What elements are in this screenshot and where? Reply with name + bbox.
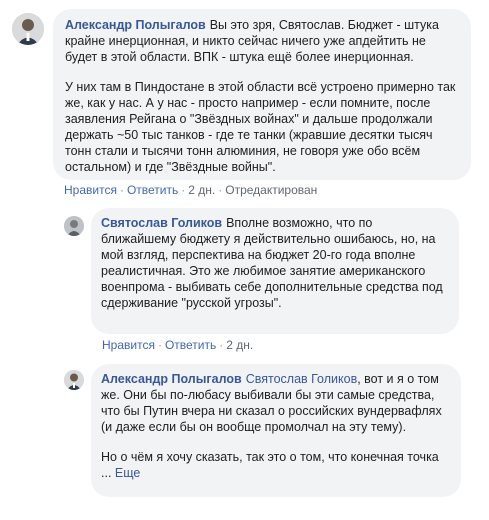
like-link[interactable]: Нравится bbox=[102, 338, 155, 352]
avatar[interactable] bbox=[64, 370, 84, 390]
comment-2: Святослав Голиков Вполне возможно, что по… bbox=[0, 200, 489, 360]
comment-paragraph: У них там в Пиндостане в этой области вс… bbox=[65, 80, 456, 174]
separator-dot: · bbox=[219, 338, 224, 352]
separator-dot: · bbox=[218, 183, 223, 197]
comment-paragraph: Александр Полыгалов Святослав Голиков, во… bbox=[101, 371, 451, 435]
comment-1: Александр Полыгалов Вы это зря, Святослав… bbox=[0, 0, 489, 200]
separator-dot: · bbox=[119, 183, 124, 197]
comment-text: Но о чём я хочу сказать, так это о том, … bbox=[101, 450, 439, 480]
comment-3: Александр Полыгалов Святослав Голиков, во… bbox=[0, 360, 489, 520]
comment-bubble: Александр Полыгалов Святослав Голиков, во… bbox=[91, 364, 461, 497]
timestamp[interactable]: 2 дн. bbox=[188, 183, 215, 197]
edited-label[interactable]: Отредактирован bbox=[225, 183, 317, 197]
avatar[interactable] bbox=[12, 13, 44, 45]
comment-author[interactable]: Святослав Голиков bbox=[101, 216, 222, 230]
comment-paragraph: Александр Полыгалов Вы это зря, Святослав… bbox=[65, 17, 459, 65]
like-link[interactable]: Нравится bbox=[64, 183, 117, 197]
comment-text: Вполне возможно, что по ближайшему бюдже… bbox=[101, 216, 443, 310]
separator-dot: · bbox=[157, 338, 162, 352]
reply-link[interactable]: Ответить bbox=[165, 338, 216, 352]
separator-dot: · bbox=[181, 183, 186, 197]
reply-link[interactable]: Ответить bbox=[127, 183, 178, 197]
comment-author[interactable]: Александр Полыгалов bbox=[101, 372, 242, 386]
comment-bubble: Святослав Голиков Вполне возможно, что по… bbox=[91, 208, 459, 334]
avatar[interactable] bbox=[64, 216, 84, 236]
comment-paragraph: Святослав Голиков Вполне возможно, что по… bbox=[101, 215, 449, 311]
comment-actions: Нравится · Ответить · 2 дн. bbox=[102, 337, 253, 353]
comment-actions: Нравится · Ответить · 2 дн. · Отредактирован bbox=[64, 182, 317, 198]
mention-link[interactable]: Святослав Голиков bbox=[246, 372, 358, 386]
see-more-link[interactable]: Еще bbox=[115, 466, 140, 480]
comment-author[interactable]: Александр Полыгалов bbox=[65, 18, 206, 32]
timestamp[interactable]: 2 дн. bbox=[226, 338, 253, 352]
comment-paragraph: Но о чём я хочу сказать, так это о том, … bbox=[101, 449, 451, 481]
comment-bubble: Александр Полыгалов Вы это зря, Святослав… bbox=[53, 9, 471, 180]
